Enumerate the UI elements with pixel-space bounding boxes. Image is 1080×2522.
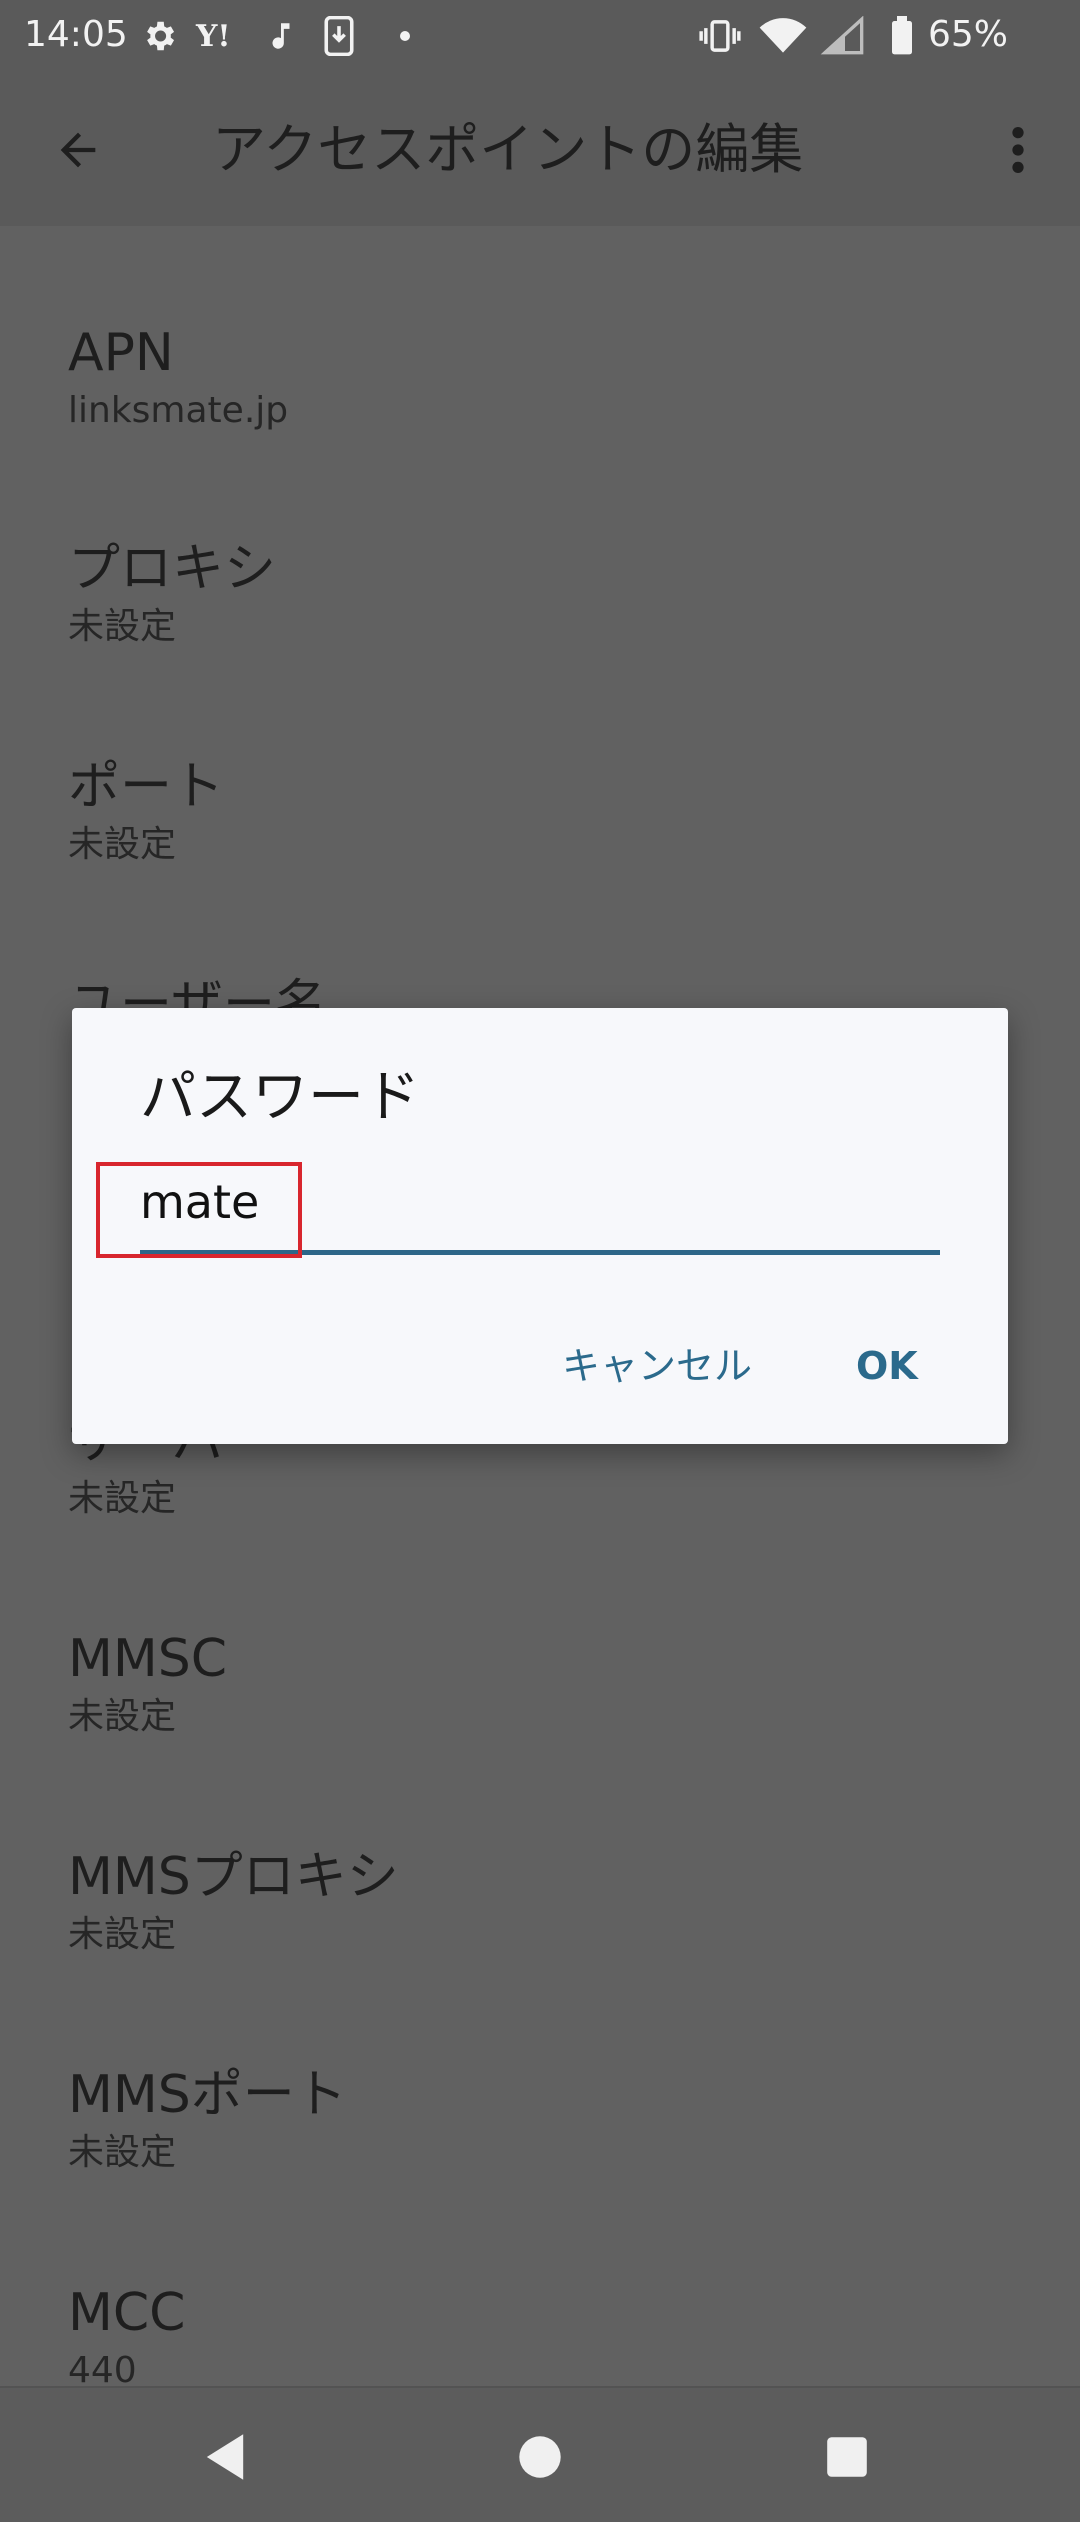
nav-back-icon — [206, 2434, 244, 2480]
page-title: アクセスポイントの編集 — [212, 118, 804, 181]
battery-percent: 65% — [928, 14, 1009, 55]
back-button[interactable] — [40, 112, 116, 188]
dot-icon — [398, 14, 412, 58]
download-icon — [322, 14, 356, 58]
vibrate-icon — [698, 14, 742, 58]
more-vert-icon — [1012, 127, 1024, 173]
more-options-button[interactable] — [990, 110, 1046, 190]
nav-home-button[interactable] — [495, 2412, 585, 2502]
signal-icon — [820, 14, 870, 58]
gear-icon — [140, 14, 178, 58]
ok-button[interactable]: OK — [856, 1336, 918, 1396]
highlight-box — [96, 1162, 302, 1258]
status-time: 14:05 — [24, 14, 128, 55]
status-bar: 14:05 Y! 65% — [0, 0, 1080, 72]
arrow-back-icon — [60, 132, 96, 168]
nav-recents-icon — [827, 2437, 867, 2477]
cancel-button[interactable]: キャンセル — [562, 1336, 752, 1396]
dialog-title: パスワード — [140, 1065, 420, 1130]
music-note-icon — [264, 14, 298, 58]
battery-icon — [890, 14, 914, 58]
app-bar: アクセスポイントの編集 — [0, 72, 1080, 226]
nav-home-icon — [519, 2436, 561, 2478]
navigation-bar — [0, 2386, 1080, 2522]
yahoo-icon: Y! — [196, 18, 231, 54]
nav-recents-button[interactable] — [802, 2412, 892, 2502]
wifi-icon — [758, 14, 808, 58]
nav-back-button[interactable] — [180, 2412, 270, 2502]
